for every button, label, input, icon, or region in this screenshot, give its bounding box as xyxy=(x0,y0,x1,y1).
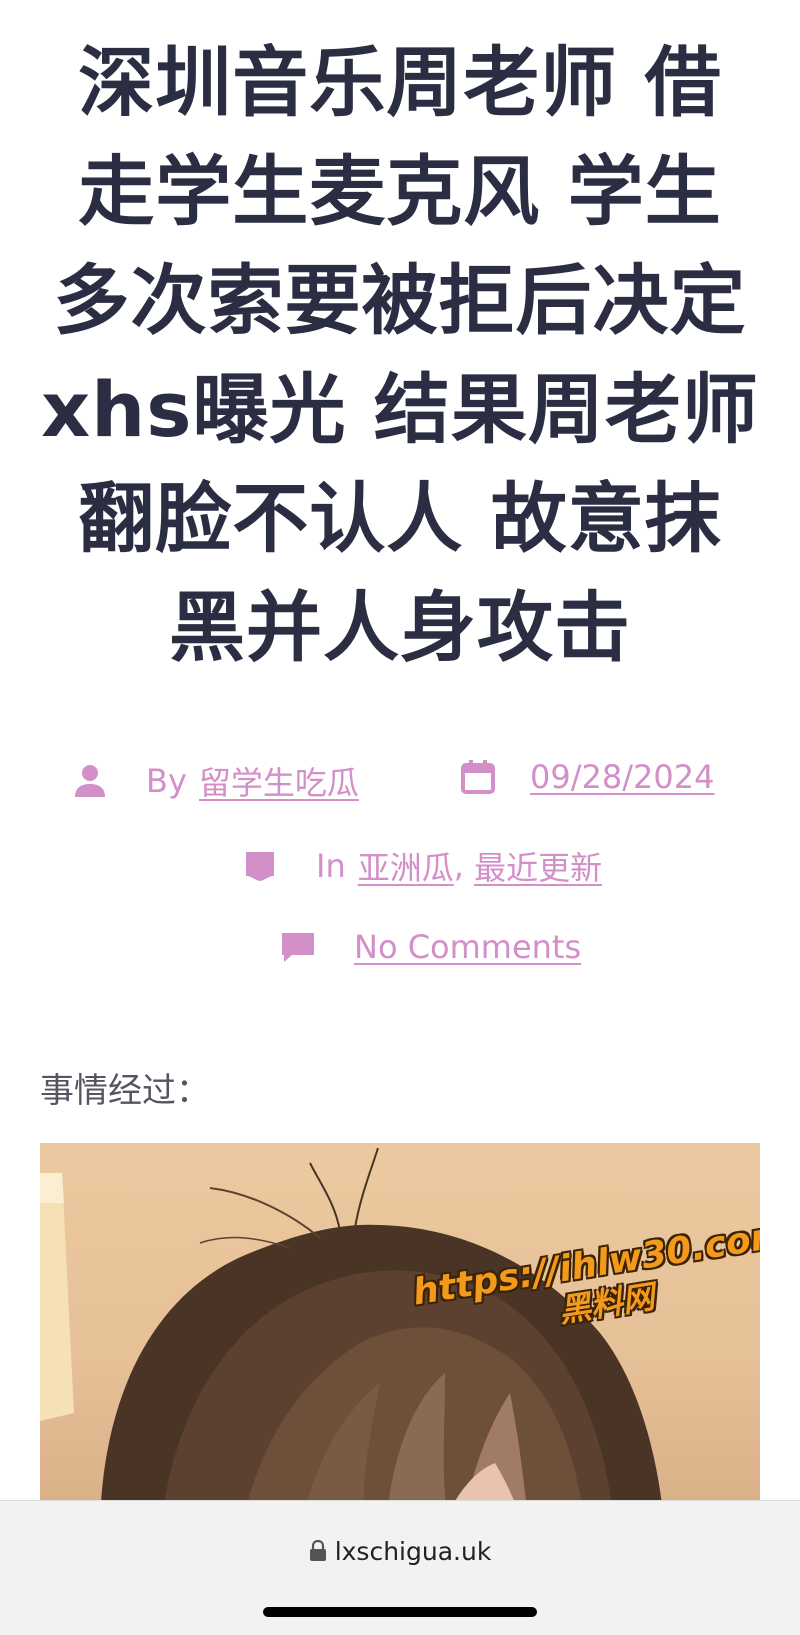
folder-icon xyxy=(242,848,278,884)
calendar-icon xyxy=(460,759,496,795)
browser-bottom-bar: lxschigua.uk xyxy=(0,1500,800,1635)
intro-text: 事情经过： xyxy=(40,1071,210,1111)
by-label: By xyxy=(146,762,187,800)
post-date: 09/28/2024 xyxy=(460,758,714,796)
post-author: By 留学生吃瓜 xyxy=(72,758,359,804)
lock-icon xyxy=(309,1539,327,1568)
home-indicator[interactable] xyxy=(263,1607,537,1617)
author-link[interactable]: 留学生吃瓜 xyxy=(199,758,359,804)
comments-link[interactable]: No Comments xyxy=(354,928,581,966)
category-separator: , xyxy=(453,847,464,885)
user-icon xyxy=(72,763,108,799)
address-bar[interactable]: lxschigua.uk xyxy=(0,1537,800,1568)
photo-illustration xyxy=(40,1147,665,1535)
address-text: lxschigua.uk xyxy=(334,1537,492,1566)
category-link-latest[interactable]: 最近更新 xyxy=(474,843,602,889)
article-photo: https://ihlw30.com 黑料网 xyxy=(40,1143,760,1535)
comment-icon xyxy=(280,929,316,965)
article-title: 深圳音乐周老师 借走学生麦克风 学生多次索要被拒后决定xhs曝光 结果周老师翻脸… xyxy=(41,38,759,672)
category-link-asia[interactable]: 亚洲瓜 xyxy=(358,843,454,889)
post-categories: In 亚洲瓜, 最近更新 xyxy=(242,843,602,889)
article-page: 深圳音乐周老师 借走学生麦克风 学生多次索要被拒后决定xhs曝光 结果周老师翻脸… xyxy=(0,0,800,1635)
in-label: In xyxy=(316,847,346,885)
date-link[interactable]: 09/28/2024 xyxy=(530,758,714,796)
post-comments: No Comments xyxy=(280,928,581,966)
